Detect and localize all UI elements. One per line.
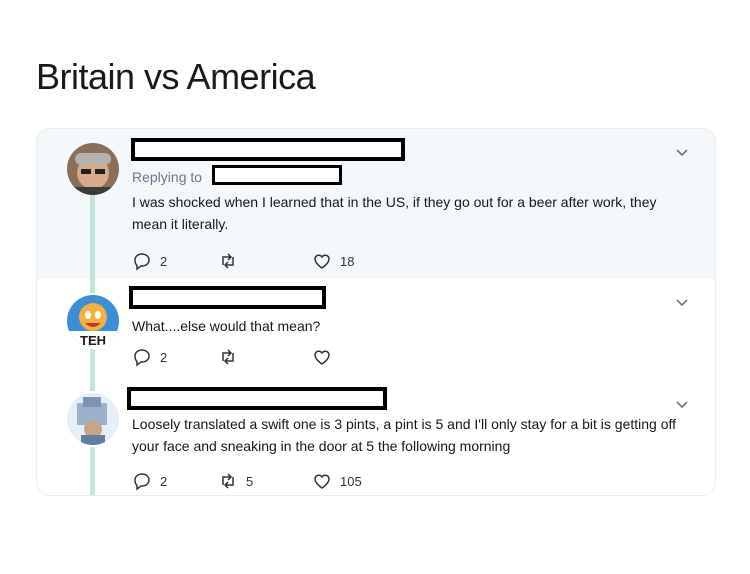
tweet-actions: 2 5 105 — [132, 471, 392, 491]
retweet-icon — [222, 253, 234, 269]
redacted-username — [129, 286, 326, 309]
thread-line — [90, 375, 95, 391]
reply-count: 2 — [160, 253, 168, 269]
reply-count: 2 — [160, 349, 168, 365]
heart-icon — [314, 350, 330, 365]
like-count: 18 — [340, 253, 355, 269]
redacted-username — [127, 387, 387, 410]
redacted-reply-handle — [212, 165, 342, 185]
retweet-action[interactable] — [218, 347, 246, 367]
like-action[interactable]: 105 — [312, 471, 362, 491]
retweet-icon — [222, 473, 234, 489]
avatar[interactable]: TEH — [67, 295, 119, 347]
retweet-action[interactable] — [218, 251, 246, 271]
tweet-actions: 2 18 — [132, 251, 392, 271]
retweet-action[interactable]: 5 — [218, 471, 253, 491]
tweet-thread: Replying to I was shocked when I learned… — [36, 128, 716, 496]
like-action[interactable]: 18 — [312, 251, 354, 271]
thread-line — [90, 349, 95, 375]
like-action[interactable] — [312, 347, 340, 367]
chevron-down-icon[interactable] — [675, 295, 689, 309]
tweet-text: I was shocked when I learned that in the… — [132, 194, 657, 232]
tweet-3[interactable]: Loosely translated a swift one is 3 pint… — [37, 375, 715, 495]
avatar[interactable] — [67, 393, 119, 445]
reply-action[interactable]: 2 — [132, 347, 167, 367]
reply-icon — [134, 253, 150, 271]
chevron-down-icon[interactable] — [675, 397, 689, 411]
like-count: 105 — [340, 473, 362, 489]
avatar-logo-text: TEH — [80, 333, 106, 347]
reply-action[interactable]: 2 — [132, 251, 167, 271]
thread-line — [90, 279, 95, 293]
reply-action[interactable]: 2 — [132, 471, 167, 491]
tweet-2[interactable]: TEH What....else would that mean? 2 — [37, 279, 715, 375]
reply-icon — [134, 349, 150, 367]
tweet-text: What....else would that mean? — [132, 318, 321, 334]
reply-icon — [134, 473, 150, 491]
tweet-1[interactable]: Replying to I was shocked when I learned… — [37, 129, 715, 279]
redacted-username — [131, 138, 405, 161]
reply-count: 2 — [160, 473, 168, 489]
avatar[interactable] — [67, 143, 119, 195]
retweet-icon — [222, 349, 234, 365]
page-title: Britain vs America — [36, 56, 316, 97]
retweet-count: 5 — [246, 473, 254, 489]
heart-icon — [314, 474, 330, 489]
tweet-text: Loosely translated a swift one is 3 pint… — [132, 416, 677, 454]
thread-line — [90, 447, 95, 495]
thread-line — [90, 195, 95, 279]
chevron-down-icon[interactable] — [675, 145, 689, 159]
replying-to-label: Replying to — [132, 169, 203, 185]
heart-icon — [314, 254, 330, 269]
tweet-actions: 2 — [132, 347, 392, 367]
